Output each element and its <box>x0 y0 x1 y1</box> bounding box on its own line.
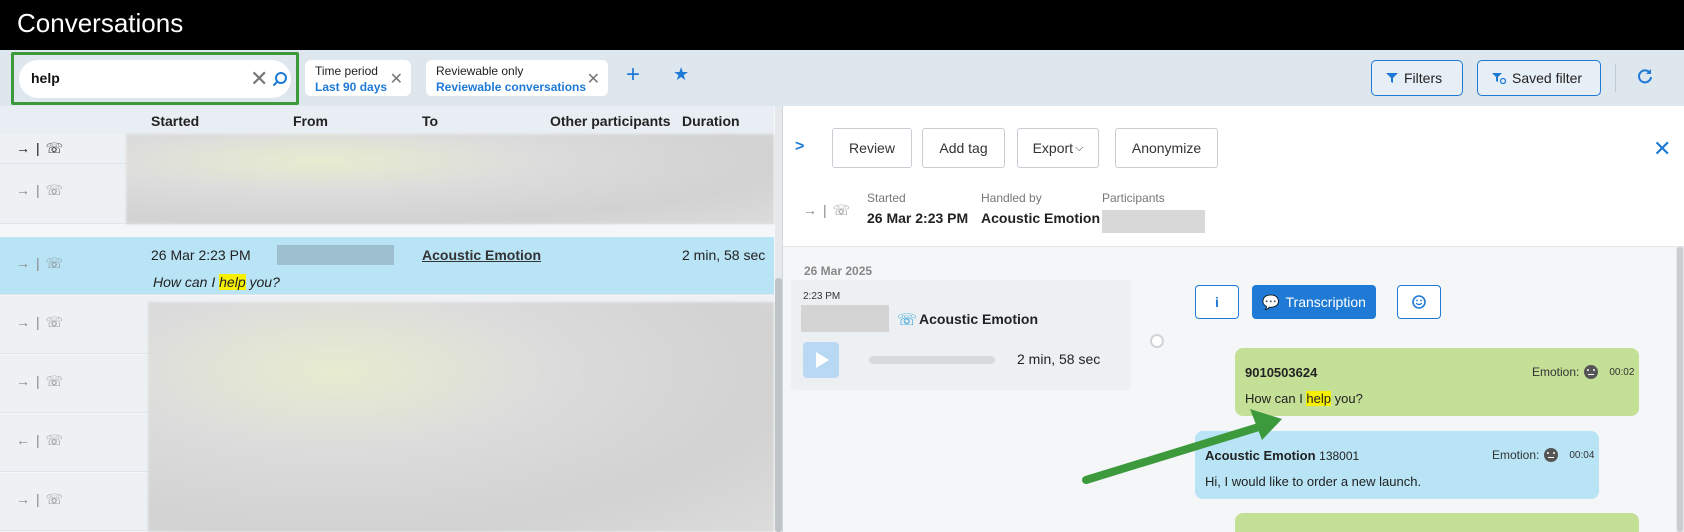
search-value: help <box>31 70 60 86</box>
row-from-redacted <box>277 245 394 265</box>
neutral-face-icon <box>1544 448 1559 462</box>
blurred-content <box>148 302 774 532</box>
chip-key: Reviewable only <box>436 64 524 78</box>
conversation-timeline: 26 Mar 2025 2:23 PM ☏ Acoustic Emotion 2… <box>783 247 1684 532</box>
transcription-tab[interactable]: 💬 Transcription <box>1252 285 1376 319</box>
detail-panel: > Review Add tag Export ⌵ Anonymize ✕ →|☏… <box>782 106 1684 532</box>
column-header[interactable]: Started <box>151 113 199 129</box>
column-header[interactable]: To <box>422 113 438 129</box>
page-title: Conversations <box>17 8 184 38</box>
phone-icon: ☏ <box>897 312 918 329</box>
search-input[interactable]: help ✕ <box>19 60 291 98</box>
add-tag-button[interactable]: Add tag <box>922 128 1005 168</box>
blurred-content <box>126 134 774 224</box>
message-speaker: 9010503624 <box>1245 365 1318 380</box>
call-duration: 2 min, 58 sec <box>1017 351 1101 367</box>
participants-redacted <box>1102 210 1205 233</box>
timeline-date: 26 Mar 2025 <box>804 264 873 278</box>
anonymize-button[interactable]: Anonymize <box>1115 128 1218 168</box>
emotion-indicator: Emotion: 00:02 <box>1532 365 1635 379</box>
export-label: Export <box>1032 140 1074 156</box>
search-annotation-box: help ✕ <box>11 52 299 105</box>
info-tab[interactable]: i <box>1195 285 1239 319</box>
inbound-call-icon: →|☏ <box>16 314 70 330</box>
chat-icon: 💬 <box>1262 293 1280 310</box>
search-icon[interactable] <box>272 71 288 87</box>
inbound-call-icon: →|☏ <box>16 255 70 271</box>
add-filter-icon[interactable]: + <box>626 61 640 89</box>
timeline-marker <box>1150 334 1164 348</box>
close-icon[interactable]: ✕ <box>1653 136 1671 162</box>
chip-value: Reviewable conversations <box>436 80 587 94</box>
play-button[interactable] <box>803 342 839 378</box>
call-agent-name: Acoustic Emotion <box>919 311 1039 327</box>
export-button[interactable]: Export ⌵ <box>1017 128 1099 168</box>
clear-icon[interactable]: ✕ <box>250 66 268 92</box>
smiley-icon <box>1412 295 1426 309</box>
scroll-thumb[interactable] <box>775 278 782 532</box>
close-icon[interactable]: ✕ <box>390 69 403 89</box>
row-started: 26 Mar 2:23 PM <box>151 247 251 263</box>
message-speaker: Acoustic Emotion 138001 <box>1205 448 1360 463</box>
chip-value: Last 90 days <box>315 80 388 94</box>
row-duration: 2 min, 58 sec <box>682 247 766 263</box>
saved-filter-button[interactable]: Saved filter <box>1477 60 1601 96</box>
message-text: Hi, I would like to order a new launch. <box>1205 474 1422 489</box>
inbound-call-icon: →|☏ <box>16 491 70 507</box>
meta-handled-by: Handled by Acoustic Emotion <box>981 191 1101 226</box>
call-time: 2:23 PM <box>803 291 841 302</box>
playback-progress[interactable] <box>869 356 995 364</box>
chip-time-period[interactable]: Time period Last 90 days ✕ <box>305 60 411 96</box>
column-header[interactable]: Other participants <box>550 113 671 129</box>
meta-started: Started 26 Mar 2:23 PM <box>867 191 969 226</box>
column-header[interactable]: From <box>293 113 328 129</box>
message-text: How can I help you? <box>1245 391 1363 406</box>
chip-key: Time period <box>315 64 378 78</box>
toolbar-divider <box>1615 64 1616 92</box>
emotion-indicator: Emotion: 00:04 <box>1492 448 1595 462</box>
transcription-label: Transcription <box>1285 294 1366 310</box>
call-card: 2:23 PM ☏ Acoustic Emotion 2 min, 58 sec <box>791 280 1131 390</box>
saved-filter-icon <box>1492 73 1506 84</box>
timeline-scrollbar[interactable] <box>1676 247 1684 532</box>
caller-redacted <box>801 305 889 332</box>
list-scrollbar[interactable] <box>775 106 782 532</box>
chevron-right-icon[interactable]: > <box>795 138 804 156</box>
close-icon[interactable]: ✕ <box>587 69 600 89</box>
inbound-call-icon: →|☏ <box>16 140 70 156</box>
refresh-icon[interactable] <box>1636 67 1654 85</box>
chevron-down-icon: ⌵ <box>1075 141 1084 154</box>
scroll-thumb[interactable] <box>1677 247 1683 532</box>
meta-participants: Participants <box>1102 191 1205 233</box>
inbound-call-icon: →|☏ <box>16 182 70 198</box>
row-snippet: How can I help you? <box>153 274 280 290</box>
review-button[interactable]: Review <box>832 128 912 168</box>
message-bubble-caller: 9010503624 Emotion: 00:02 How can I help … <box>1235 348 1639 416</box>
star-icon[interactable]: ★ <box>673 64 689 85</box>
table-row-selected[interactable]: →|☏ 26 Mar 2:23 PM Acoustic Emotion 2 mi… <box>0 237 774 295</box>
neutral-face-icon <box>1584 365 1599 379</box>
search-highlight: help <box>219 274 246 290</box>
filters-button[interactable]: Filters <box>1371 60 1463 96</box>
conversation-list: Started From To Other participants Durat… <box>0 106 782 532</box>
row-to-link[interactable]: Acoustic Emotion <box>422 247 541 263</box>
inbound-call-icon: →|☏ <box>803 202 857 218</box>
emotion-tab[interactable] <box>1397 285 1441 319</box>
outbound-call-icon: ←|☏ <box>16 432 70 448</box>
search-highlight: help <box>1306 391 1331 406</box>
column-header[interactable]: Duration <box>682 113 740 129</box>
filters-label: Filters <box>1404 70 1443 86</box>
list-header: Started From To Other participants Durat… <box>0 106 774 134</box>
inbound-call-icon: →|☏ <box>16 373 70 389</box>
message-bubble-agent: Acoustic Emotion 138001 Emotion: 00:04 Hi… <box>1195 431 1599 499</box>
filter-icon <box>1386 73 1398 83</box>
chip-reviewable-only[interactable]: Reviewable only Reviewable conversations… <box>426 60 608 96</box>
message-bubble-caller <box>1235 513 1639 532</box>
title-bar: Conversations <box>0 0 1684 50</box>
saved-filter-label: Saved filter <box>1512 70 1583 86</box>
